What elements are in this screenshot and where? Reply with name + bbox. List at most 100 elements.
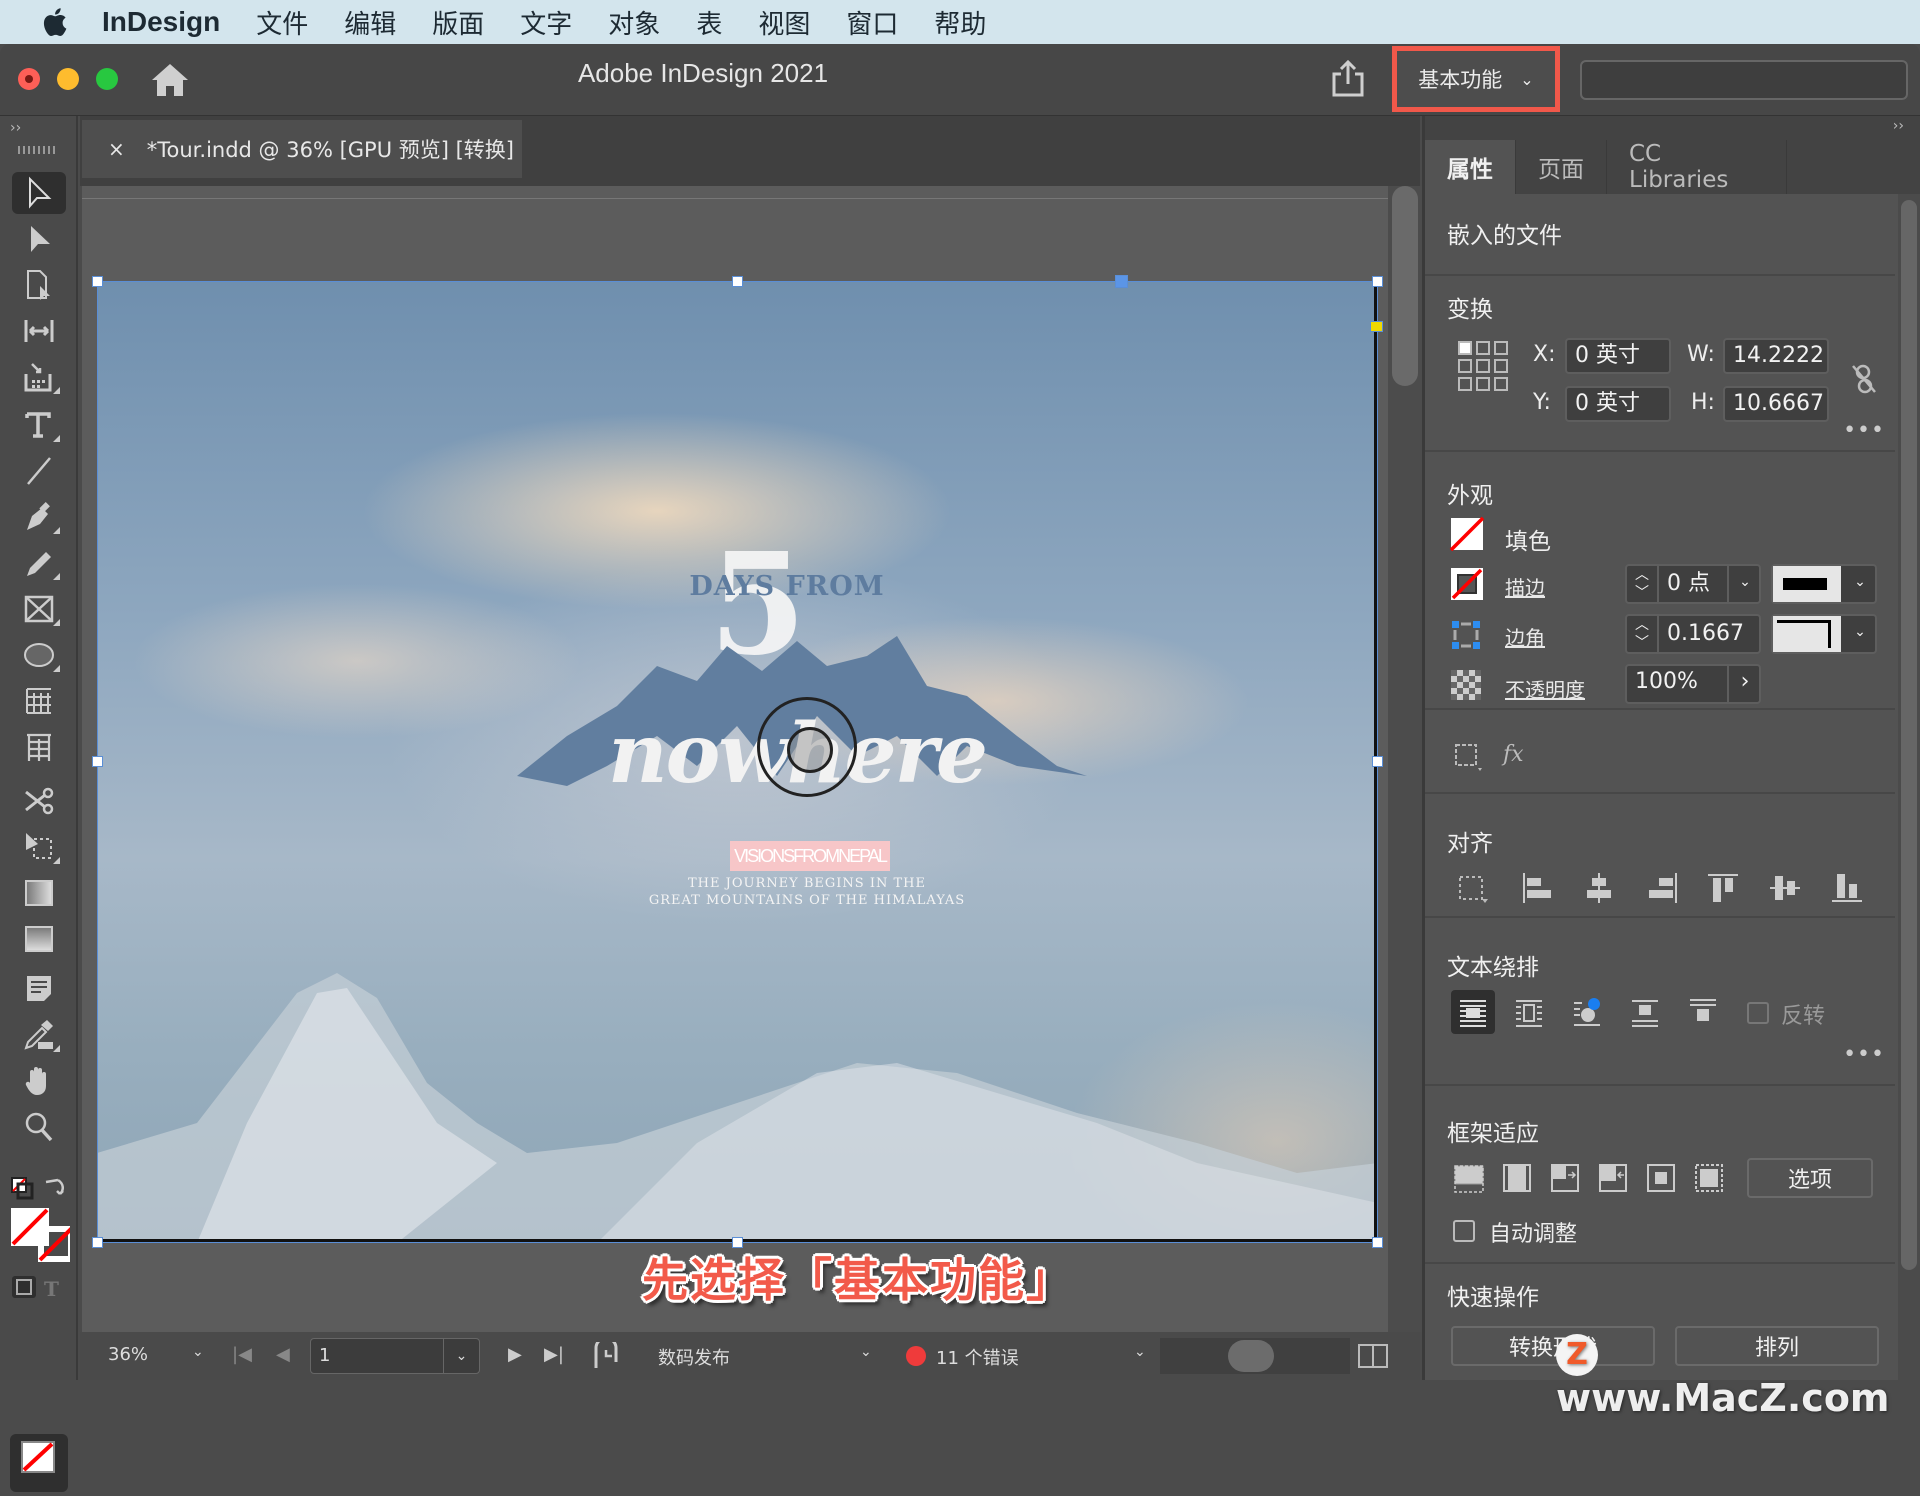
stroke-none-swatch-icon[interactable] [1449, 566, 1485, 602]
drop-shadow-icon[interactable] [1453, 742, 1483, 772]
document-tab[interactable]: × *Tour.indd @ 36% [GPU 预览] [转换] [82, 120, 522, 178]
content-aware-fit-button[interactable] [1689, 1158, 1729, 1198]
constrain-proportions-icon[interactable] [1849, 362, 1879, 396]
center-content-button[interactable] [1641, 1158, 1681, 1198]
invert-checkbox[interactable] [1747, 1002, 1769, 1024]
jump-object-button[interactable] [1625, 992, 1665, 1032]
tab-properties[interactable]: 属性 [1425, 140, 1516, 194]
next-page-icon[interactable]: ▶ [508, 1344, 522, 1365]
fit-content-proportionally-button[interactable] [1497, 1158, 1537, 1198]
stroke-label-link[interactable]: 描边 [1505, 572, 1545, 601]
apply-none-button[interactable] [10, 1434, 68, 1492]
content-collector-tool[interactable] [12, 356, 66, 398]
menu-help[interactable]: 帮助 [934, 4, 986, 41]
x-position-field[interactable]: 0 英寸 [1565, 338, 1671, 374]
resize-handle-bottom-right[interactable] [1372, 1237, 1383, 1248]
collapse-panel-button[interactable]: ›› [1893, 118, 1904, 134]
zoom-dropdown-icon[interactable]: ⌄ [192, 1344, 204, 1360]
resize-handle-bottom-left[interactable] [92, 1237, 103, 1248]
table-tool[interactable] [12, 680, 66, 722]
menu-type[interactable]: 文字 [520, 4, 572, 41]
placed-image-frame[interactable]: 5 DAYS FROM nowhere VISIONSFROMNEPAL THE… [97, 281, 1378, 1243]
pen-tool[interactable] [12, 496, 66, 538]
zoom-tool[interactable] [12, 1106, 66, 1148]
rectangle-frame-tool[interactable] [12, 588, 66, 630]
panel-scrollbar-thumb[interactable] [1901, 200, 1917, 1270]
close-tab-icon[interactable]: × [108, 137, 125, 161]
apple-logo-icon[interactable] [38, 4, 74, 40]
live-corner-handle[interactable] [1370, 321, 1383, 332]
vertical-scrollbar[interactable] [1388, 186, 1422, 1332]
wrap-bounding-box-button[interactable] [1509, 992, 1549, 1032]
panel-scrollbar[interactable] [1898, 194, 1920, 1380]
menu-edit[interactable]: 编辑 [344, 4, 396, 41]
line-tool[interactable] [12, 450, 66, 492]
fit-content-to-frame-button[interactable] [1593, 1158, 1633, 1198]
menu-object[interactable]: 对象 [608, 4, 660, 41]
resize-handle-right[interactable] [1372, 756, 1383, 767]
pencil-tool[interactable] [12, 542, 66, 584]
wrap-object-shape-button[interactable] [1567, 992, 1607, 1032]
align-to-selection-button[interactable] [1453, 868, 1493, 908]
split-view-icon[interactable] [1358, 1344, 1388, 1368]
no-text-wrap-button[interactable] [1451, 990, 1495, 1034]
y-position-field[interactable]: 0 英寸 [1565, 386, 1671, 422]
jump-to-next-column-button[interactable] [1683, 992, 1723, 1032]
corner-stepper[interactable]: ︿ ﹀ [1627, 616, 1659, 652]
hand-tool[interactable] [12, 1060, 66, 1102]
collapse-toolbar-button[interactable]: ›› [10, 120, 21, 136]
fill-frame-proportionally-button[interactable] [1449, 1158, 1489, 1198]
fill-none-swatch-icon[interactable] [1449, 516, 1485, 552]
fill-stroke-swatch[interactable]: T [8, 1176, 70, 1336]
resize-handle-top[interactable] [732, 276, 743, 287]
menu-indesign[interactable]: InDesign [102, 6, 220, 38]
stroke-weight-dropdown-icon[interactable]: ⌄ [1727, 566, 1761, 602]
free-transform-tool[interactable] [12, 826, 66, 868]
rotation-reference-handle[interactable] [1115, 275, 1128, 288]
align-top-button[interactable] [1703, 868, 1743, 908]
tab-pages[interactable]: 页面 [1516, 140, 1607, 194]
selection-tool[interactable] [12, 172, 66, 214]
share-icon[interactable] [1330, 58, 1366, 98]
profile-dropdown-icon[interactable]: ⌄ [860, 1344, 872, 1360]
menu-layout[interactable]: 版面 [432, 4, 484, 41]
align-bottom-button[interactable] [1827, 868, 1867, 908]
menu-window[interactable]: 窗口 [846, 4, 898, 41]
ellipse-tool[interactable] [12, 634, 66, 676]
scrollbar-thumb[interactable] [1228, 1340, 1274, 1372]
gap-tool[interactable] [12, 310, 66, 352]
menu-file[interactable]: 文件 [256, 4, 308, 41]
horizontal-scrollbar[interactable] [1160, 1338, 1350, 1374]
error-count[interactable]: 11 个错误 [936, 1344, 1019, 1370]
reference-point-icon[interactable] [1457, 340, 1509, 392]
frame-fitting-options-button[interactable]: 选项 [1747, 1158, 1873, 1198]
opacity-field[interactable]: 100% › [1625, 664, 1761, 704]
document-canvas[interactable]: 5 DAYS FROM nowhere VISIONSFROMNEPAL THE… [82, 186, 1388, 1332]
fit-frame-to-content-button[interactable] [1545, 1158, 1585, 1198]
width-field[interactable]: 14.2222 [1723, 338, 1829, 374]
resize-handle-top-left[interactable] [92, 276, 103, 287]
page-tool[interactable] [12, 264, 66, 306]
zoom-level[interactable]: 36% [108, 1344, 148, 1365]
auto-fit-checkbox[interactable] [1453, 1220, 1475, 1242]
workspace-switcher[interactable]: 基本功能 ⌄ [1392, 46, 1560, 112]
height-field[interactable]: 10.6667 [1723, 386, 1829, 422]
direct-selection-tool[interactable] [12, 218, 66, 260]
scissors-tool[interactable] [12, 780, 66, 822]
align-right-button[interactable] [1643, 868, 1683, 908]
menu-table[interactable]: 表 [696, 4, 722, 41]
opacity-label-link[interactable]: 不透明度 [1505, 674, 1585, 703]
note-tool[interactable] [12, 968, 66, 1010]
chevron-right-icon[interactable]: › [1727, 666, 1761, 702]
more-options-icon[interactable]: ••• [1843, 1042, 1885, 1067]
gradient-swatch-tool[interactable] [12, 872, 66, 914]
corner-options-icon[interactable] [1449, 618, 1483, 652]
toolbar-grip[interactable] [18, 146, 58, 154]
corner-shape-dropdown[interactable]: ⌄ [1771, 614, 1877, 654]
stroke-stepper[interactable]: ︿ ﹀ [1627, 566, 1659, 602]
gradient-feather-tool[interactable] [12, 918, 66, 960]
previous-page-icon[interactable]: ◀ [276, 1344, 290, 1365]
menu-view[interactable]: 视图 [758, 4, 810, 41]
align-left-button[interactable] [1517, 868, 1557, 908]
more-options-icon[interactable]: ••• [1843, 418, 1885, 443]
